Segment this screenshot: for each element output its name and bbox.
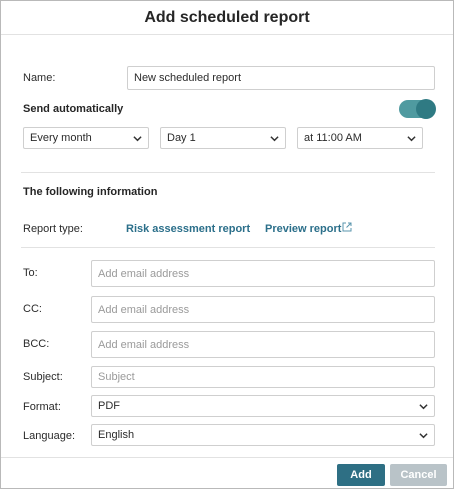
frequency-select[interactable]: Every month [23, 127, 149, 149]
subject-placeholder: Subject [98, 371, 135, 383]
language-select[interactable]: English [91, 424, 435, 446]
bcc-label: BCC: [23, 338, 50, 350]
bcc-input[interactable]: Add email address [91, 331, 435, 358]
format-value: PDF [98, 400, 120, 412]
language-value: English [98, 429, 135, 441]
cc-placeholder: Add email address [98, 303, 190, 316]
frequency-value: Every month [30, 132, 92, 144]
send-automatically-toggle[interactable] [399, 99, 436, 119]
chevron-down-icon [407, 135, 416, 141]
footer-divider [1, 457, 453, 458]
cc-input[interactable]: Add email address [91, 296, 435, 323]
external-link-icon[interactable] [342, 222, 352, 232]
time-value: at 11:00 AM [304, 132, 362, 144]
report-type-link[interactable]: Risk assessment report [126, 223, 250, 235]
subject-input[interactable]: Subject [91, 366, 435, 388]
cancel-button[interactable]: Cancel [390, 464, 447, 486]
add-button[interactable]: Add [337, 464, 385, 486]
add-scheduled-report-dialog: Add scheduled report Name: New scheduled… [0, 0, 454, 489]
language-label: Language: [23, 430, 75, 442]
chevron-down-icon [270, 135, 279, 141]
format-label: Format: [23, 401, 61, 413]
to-input[interactable]: Add email address [91, 260, 435, 287]
report-type-label: Report type: [23, 223, 83, 235]
format-select[interactable]: PDF [91, 395, 435, 417]
day-select[interactable]: Day 1 [160, 127, 286, 149]
to-placeholder: Add email address [98, 267, 190, 280]
following-information-heading: The following information [23, 186, 158, 198]
subject-label: Subject: [23, 371, 63, 383]
chevron-down-icon [133, 135, 142, 141]
send-automatically-label: Send automatically [23, 103, 124, 115]
section-divider [21, 247, 435, 248]
name-input-value: New scheduled report [134, 72, 242, 84]
cc-label: CC: [23, 303, 42, 315]
day-value: Day 1 [167, 132, 196, 144]
time-select[interactable]: at 11:00 AM [297, 127, 423, 149]
preview-report-link[interactable]: Preview report [265, 223, 341, 235]
chevron-down-icon [419, 403, 428, 409]
chevron-down-icon [419, 432, 428, 438]
toggle-knob [416, 99, 436, 119]
name-label: Name: [23, 72, 56, 84]
dialog-title: Add scheduled report [144, 9, 310, 26]
name-input[interactable]: New scheduled report [127, 66, 435, 90]
section-divider [21, 172, 435, 173]
dialog-header: Add scheduled report [1, 1, 453, 35]
bcc-placeholder: Add email address [98, 338, 190, 351]
to-label: To: [23, 267, 38, 279]
